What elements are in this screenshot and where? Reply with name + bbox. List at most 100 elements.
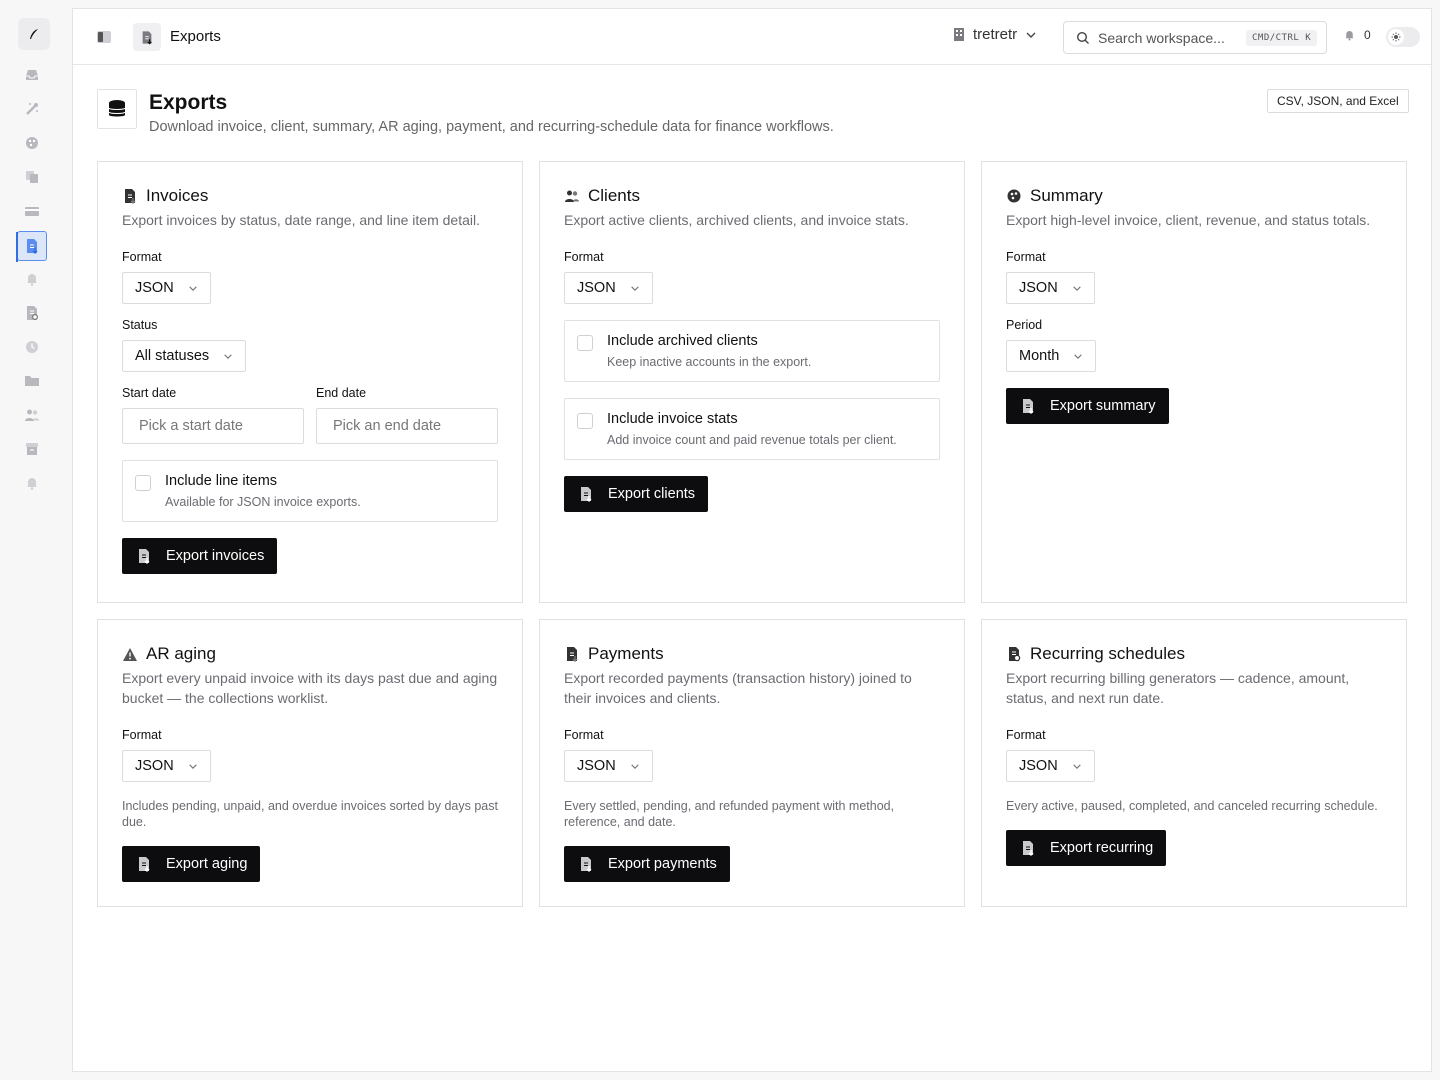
option-description: Add invoice count and paid revenue total…	[607, 433, 897, 447]
format-value: JSON	[1019, 280, 1058, 296]
formats-badge: CSV, JSON, and Excel	[1267, 89, 1409, 113]
users-icon	[25, 409, 39, 421]
page-title: Exports	[149, 91, 228, 114]
format-value: JSON	[577, 758, 616, 774]
archived-clients-option[interactable]: Include archived clients Keep inactive a…	[564, 320, 940, 382]
format-value: JSON	[135, 758, 174, 774]
export-clients-button[interactable]: Export clients	[564, 476, 709, 512]
export-aging-button[interactable]: Export aging	[122, 846, 261, 882]
invoices-card: Invoices Export invoices by status, date…	[97, 161, 523, 603]
format-select[interactable]: JSON	[1006, 750, 1095, 782]
workspace-name: tretretr	[973, 26, 1018, 43]
file-export-icon	[139, 857, 150, 872]
summary-card: Summary Export high-level invoice, clien…	[981, 161, 1407, 603]
notifications-button[interactable]: 0	[1343, 28, 1371, 42]
option-title: Include line items	[165, 473, 278, 489]
card-description: Export high-level invoice, client, reven…	[1006, 212, 1371, 228]
breadcrumb-icon	[133, 23, 161, 51]
export-invoices-button[interactable]: Export invoices	[122, 538, 278, 574]
end-date-input[interactable]	[316, 408, 498, 444]
inbox-icon	[26, 70, 38, 80]
period-select[interactable]: Month	[1006, 340, 1097, 372]
format-select[interactable]: JSON	[564, 272, 653, 304]
format-select[interactable]: JSON	[564, 750, 653, 782]
button-label: Export clients	[608, 486, 696, 502]
file-refresh-icon	[27, 306, 39, 321]
sidebar-item-clients[interactable]	[17, 400, 47, 430]
format-value: JSON	[1019, 758, 1058, 774]
button-label: Export payments	[608, 856, 717, 872]
option-description: Available for JSON invoice exports.	[165, 495, 361, 509]
sidebar-item-alerts[interactable]	[17, 468, 47, 498]
bell-icon	[1345, 30, 1354, 41]
ar-aging-card: AR aging Export every unpaid invoice wit…	[97, 619, 523, 907]
file-export-icon	[581, 857, 592, 872]
format-label: Format	[564, 728, 604, 742]
file-export-icon	[1023, 841, 1034, 856]
sidebar-item-billing[interactable]	[17, 196, 47, 226]
button-label: Export summary	[1050, 398, 1156, 414]
sidebar-item-palette[interactable]	[17, 128, 47, 158]
file-export-icon	[27, 239, 38, 254]
sidebar-item-folders[interactable]	[17, 366, 47, 396]
card-description: Export active clients, archived clients,…	[564, 212, 909, 228]
format-select[interactable]: JSON	[1006, 272, 1095, 304]
database-icon	[108, 100, 126, 117]
card-title: Clients	[588, 186, 640, 205]
sidebar-item-inbox[interactable]	[17, 60, 47, 90]
theme-toggle[interactable]	[1386, 27, 1420, 47]
users-icon	[565, 190, 579, 202]
notifications-count: 0	[1364, 28, 1371, 42]
sidebar-item-archive[interactable]	[17, 434, 47, 464]
file-export-icon	[1023, 399, 1034, 414]
chevron-down-icon	[1026, 32, 1036, 38]
option-description: Keep inactive accounts in the export.	[607, 355, 812, 369]
format-select[interactable]: JSON	[122, 272, 211, 304]
sidebar-item-wand[interactable]	[17, 94, 47, 124]
line-items-checkbox[interactable]	[135, 475, 151, 491]
search-input[interactable]	[1098, 29, 1238, 46]
app-logo[interactable]	[18, 18, 50, 50]
sidebar-panel-icon	[97, 31, 111, 43]
format-select[interactable]: JSON	[122, 750, 211, 782]
chevron-down-icon	[1072, 285, 1081, 291]
search-bar[interactable]: CMD/CTRL K	[1063, 21, 1327, 54]
card-title: AR aging	[146, 644, 216, 663]
chevron-down-icon	[1074, 353, 1083, 359]
export-note: Includes pending, unpaid, and overdue in…	[122, 799, 498, 829]
line-items-option[interactable]: Include line items Available for JSON in…	[122, 460, 498, 522]
export-summary-button[interactable]: Export summary	[1006, 388, 1169, 424]
sun-icon	[1391, 32, 1401, 42]
invoice-stats-checkbox[interactable]	[577, 413, 593, 429]
export-note: Every active, paused, completed, and can…	[1006, 799, 1378, 813]
warning-icon	[123, 647, 137, 661]
card-title: Summary	[1030, 186, 1103, 205]
topbar: Exports tretretr CMD/CTRL K 0	[73, 9, 1431, 65]
file-export-icon	[139, 549, 150, 564]
button-label: Export aging	[166, 856, 248, 872]
export-note: Every settled, pending, and refunded pay…	[564, 799, 895, 829]
sidebar-item-notifications[interactable]	[17, 264, 47, 294]
export-recurring-button[interactable]: Export recurring	[1006, 830, 1167, 866]
archived-clients-checkbox[interactable]	[577, 335, 593, 351]
invoice-stats-option[interactable]: Include invoice stats Add invoice count …	[564, 398, 940, 460]
sidebar-item-exports[interactable]	[16, 231, 47, 262]
search-icon	[1076, 31, 1089, 44]
file-refresh-icon	[1009, 647, 1021, 662]
sidebar-rail	[0, 0, 64, 1080]
file-export-icon	[581, 487, 592, 502]
period-label: Period	[1006, 318, 1043, 332]
period-value: Month	[1019, 348, 1060, 364]
workspace-switcher[interactable]: tretretr	[953, 26, 1037, 43]
sidebar-item-history[interactable]	[17, 332, 47, 362]
status-select[interactable]: All statuses	[122, 340, 247, 372]
export-payments-button[interactable]: Export payments	[564, 846, 730, 882]
sidebar-toggle-button[interactable]	[95, 28, 113, 46]
folder-icon	[25, 376, 39, 386]
page-icon	[97, 89, 137, 129]
sidebar-item-recurring[interactable]	[17, 298, 47, 328]
date-range: Start date End date	[122, 372, 498, 444]
sidebar-item-copy[interactable]	[17, 162, 47, 192]
option-title: Include invoice stats	[607, 411, 738, 427]
start-date-input[interactable]	[122, 408, 304, 444]
